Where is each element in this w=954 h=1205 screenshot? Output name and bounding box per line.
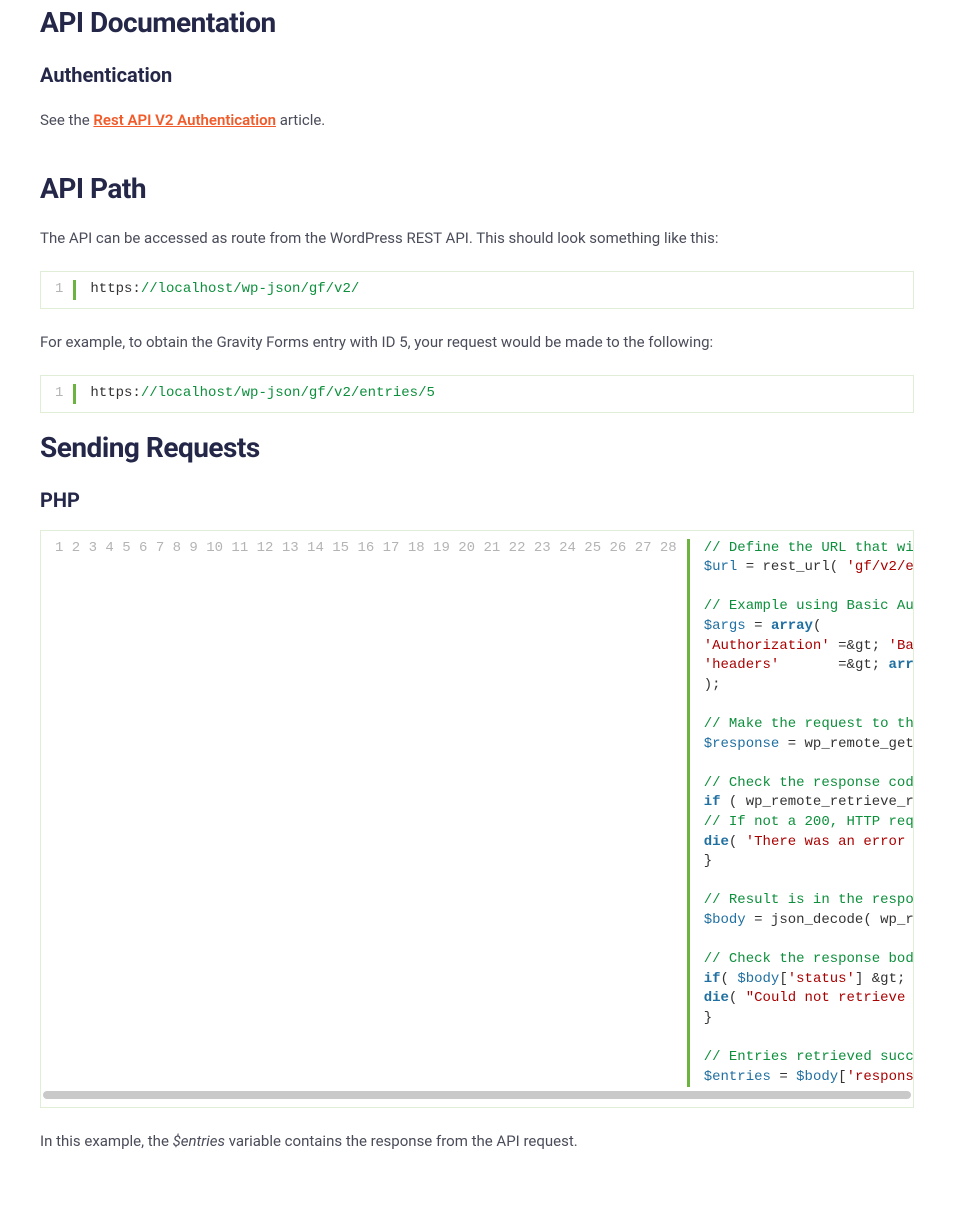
code-gutter: 1 xyxy=(41,280,76,300)
api-path-description: The API can be accessed as route from th… xyxy=(40,227,914,250)
code-content: https://localhost/wp-json/gf/v2/entries/… xyxy=(76,384,448,404)
page-title: API Documentation xyxy=(40,6,914,39)
code-gutter: 1 xyxy=(41,384,76,404)
horizontal-scrollbar[interactable] xyxy=(43,1091,911,1099)
code-gutter: 1 2 3 4 5 6 7 8 9 10 11 12 13 14 15 16 1… xyxy=(41,539,690,1088)
closing-post: variable contains the response from the … xyxy=(225,1132,578,1150)
auth-paragraph: See the Rest API V2 Authentication artic… xyxy=(40,109,914,132)
api-example-intro: For example, to obtain the Gravity Forms… xyxy=(40,331,914,354)
code-block-api-entry: 1 https://localhost/wp-json/gf/v2/entrie… xyxy=(40,375,914,413)
section-heading-api-path: API Path xyxy=(40,172,914,205)
entries-var: $entries xyxy=(173,1132,225,1150)
closing-paragraph: In this example, the $entries variable c… xyxy=(40,1130,914,1153)
auth-text-pre: See the xyxy=(40,111,93,129)
section-heading-sending-requests: Sending Requests xyxy=(40,431,914,464)
section-heading-php: PHP xyxy=(40,488,914,512)
code-block-php-example: 1 2 3 4 5 6 7 8 9 10 11 12 13 14 15 16 1… xyxy=(40,530,914,1109)
auth-text-post: article. xyxy=(276,111,325,129)
code-block-api-root: 1 https://localhost/wp-json/gf/v2/ xyxy=(40,271,914,309)
code-content: // Define the URL that will be accessed.… xyxy=(690,539,914,1088)
rest-api-v2-auth-link[interactable]: Rest API V2 Authentication xyxy=(93,111,276,129)
closing-pre: In this example, the xyxy=(40,1132,173,1150)
code-content: https://localhost/wp-json/gf/v2/ xyxy=(76,280,373,300)
section-heading-authentication: Authentication xyxy=(40,63,914,87)
